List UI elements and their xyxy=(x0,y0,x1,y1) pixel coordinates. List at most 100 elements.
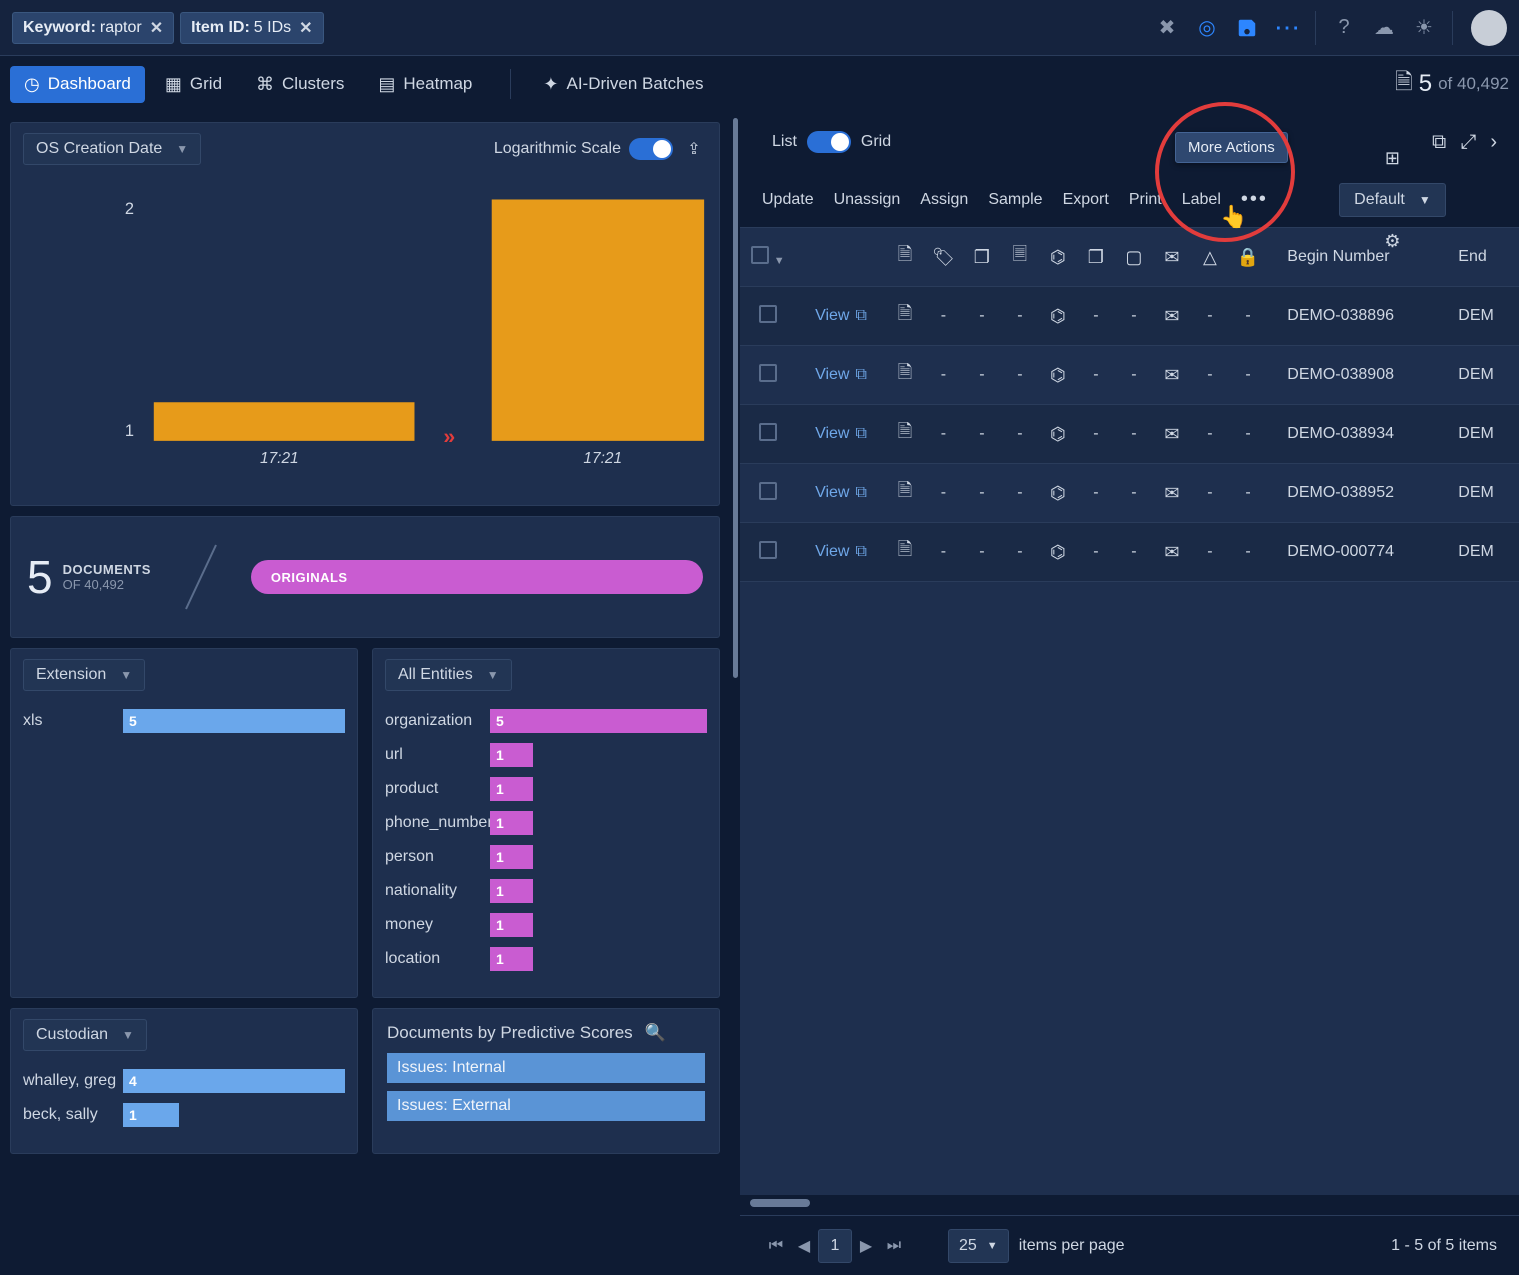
table-row[interactable]: View ⧉🗎---⌬--✉--DEMO-038908DEM xyxy=(740,346,1519,405)
dropdown-extension[interactable]: Extension▼ xyxy=(23,659,145,691)
list-item[interactable]: organization5 xyxy=(385,709,707,733)
copy-icon[interactable]: ❐ xyxy=(1088,247,1104,267)
page-number[interactable]: 1 xyxy=(818,1229,852,1263)
dropdown-profile[interactable]: Default▼ xyxy=(1339,183,1446,217)
per-page-select[interactable]: 25▼ xyxy=(948,1229,1009,1263)
doc-count-label: DOCUMENTS xyxy=(63,562,151,577)
pagination: ⏮ ◀ 1 ▶ ⏭ 25▼ items per page 1 - 5 of 5 … xyxy=(740,1215,1519,1275)
dropdown-creation-date[interactable]: OS Creation Date▼ xyxy=(23,133,201,165)
originals-pill[interactable]: ORIGINALS xyxy=(251,560,703,594)
log-scale-label: Logarithmic Scale xyxy=(494,140,621,158)
brightness-icon[interactable]: ☀ xyxy=(1410,14,1438,42)
page-summary: 1 - 5 of 5 items xyxy=(1391,1237,1497,1255)
tag-icon[interactable]: 🏷 xyxy=(932,247,955,267)
export-icon[interactable]: ⇪ xyxy=(681,136,707,162)
list-item[interactable]: xls 5 xyxy=(23,709,345,733)
tooltip-more-actions: More Actions xyxy=(1175,132,1288,163)
list-item[interactable]: money1 xyxy=(385,913,707,937)
horizontal-scrollbar[interactable] xyxy=(750,1199,810,1207)
toggle-list-grid[interactable] xyxy=(807,131,851,153)
filter-chip-itemid[interactable]: Item ID:5 IDs✕ xyxy=(180,12,323,44)
table-row[interactable]: View ⧉🗎---⌬--✉--DEMO-038896DEM xyxy=(740,287,1519,346)
filter-chip-keyword[interactable]: Keyword:raptor✕ xyxy=(12,12,174,44)
mail-icon[interactable]: ✉ xyxy=(1164,247,1179,267)
doc-count: 5 xyxy=(27,550,53,604)
close-icon[interactable]: ✕ xyxy=(150,18,163,38)
list-item[interactable]: phone_number1 xyxy=(385,811,707,835)
view-link[interactable]: View ⧉ xyxy=(815,307,867,325)
page-prev[interactable]: ◀ xyxy=(790,1229,818,1263)
mail-icon: ✉ xyxy=(1164,542,1179,562)
tab-dashboard[interactable]: ◷Dashboard xyxy=(10,66,145,103)
view-link[interactable]: View ⧉ xyxy=(815,425,867,443)
filetype-icon: 🗎 xyxy=(898,539,912,559)
search-icon[interactable]: 🔍 xyxy=(645,1023,666,1043)
square-icon[interactable]: ▢ xyxy=(1125,247,1142,267)
extension-barlist: xls 5 xyxy=(11,701,357,759)
table-row[interactable]: View ⧉🗎---⌬--✉--DEMO-000774DEM xyxy=(740,523,1519,582)
table-row[interactable]: View ⧉🗎---⌬--✉--DEMO-038952DEM xyxy=(740,464,1519,523)
checkbox-all[interactable] xyxy=(751,246,769,264)
help-icon[interactable]: ? xyxy=(1330,14,1358,42)
page-icon[interactable]: 🗏 xyxy=(1013,244,1027,264)
row-checkbox[interactable] xyxy=(759,423,777,441)
list-item[interactable]: whalley, greg4 xyxy=(23,1069,345,1093)
list-item[interactable]: beck, sally1 xyxy=(23,1103,345,1127)
action-unassign[interactable]: Unassign xyxy=(834,191,901,209)
row-checkbox[interactable] xyxy=(759,541,777,559)
tab-clusters[interactable]: ⌘Clusters xyxy=(242,66,358,103)
avatar[interactable] xyxy=(1471,10,1507,46)
gear-icon[interactable]: ⚙ xyxy=(1384,231,1400,252)
tab-heatmap[interactable]: ▤Heatmap xyxy=(364,66,486,103)
action-update[interactable]: Update xyxy=(762,191,814,209)
target-icon[interactable]: ◎ xyxy=(1193,14,1221,42)
view-link[interactable]: View ⧉ xyxy=(815,543,867,561)
save-icon[interactable] xyxy=(1233,14,1261,42)
page-first[interactable]: ⏮ xyxy=(762,1229,790,1263)
warning-icon[interactable]: △ xyxy=(1203,247,1217,267)
list-item[interactable]: url1 xyxy=(385,743,707,767)
cloud-icon[interactable]: ☁ xyxy=(1370,14,1398,42)
row-checkbox[interactable] xyxy=(759,305,777,323)
close-icon[interactable]: ✕ xyxy=(299,18,312,38)
popout-icon: ⧉ xyxy=(855,307,866,325)
mode-label-grid: Grid xyxy=(861,133,891,151)
row-checkbox[interactable] xyxy=(759,364,777,382)
panel-creation-date: OS Creation Date▼ Logarithmic Scale ⇪ 2 … xyxy=(10,122,720,506)
lock-icon[interactable]: 🔒 xyxy=(1237,247,1259,267)
more-icon[interactable]: ⋯ xyxy=(1273,14,1301,42)
page-next[interactable]: ▶ xyxy=(852,1229,880,1263)
action-export[interactable]: Export xyxy=(1063,191,1109,209)
action-assign[interactable]: Assign xyxy=(920,191,968,209)
row-checkbox[interactable] xyxy=(759,482,777,500)
list-item[interactable]: location1 xyxy=(385,947,707,971)
table-row[interactable]: View ⧉🗎---⌬--✉--DEMO-038934DEM xyxy=(740,405,1519,464)
tree-icon: ⌬ xyxy=(1050,424,1066,444)
tab-grid[interactable]: ▦Grid xyxy=(151,66,236,103)
page-last[interactable]: ⏭ xyxy=(880,1229,908,1263)
columns-icon[interactable]: ⊞ xyxy=(1385,148,1400,169)
panel-title: Documents by Predictive Scores xyxy=(387,1023,633,1043)
dropdown-entities[interactable]: All Entities▼ xyxy=(385,659,512,691)
action-label[interactable]: Label xyxy=(1182,191,1221,209)
list-item[interactable]: Issues: Internal xyxy=(387,1053,705,1083)
dropdown-custodian[interactable]: Custodian▼ xyxy=(23,1019,147,1051)
filetype-icon: 🗎 xyxy=(898,480,912,500)
list-item[interactable]: product1 xyxy=(385,777,707,801)
action-print[interactable]: Print xyxy=(1129,191,1162,209)
list-item[interactable]: Issues: External xyxy=(387,1091,705,1121)
list-item[interactable]: person1 xyxy=(385,845,707,869)
tree-icon[interactable]: ⌬ xyxy=(1050,247,1066,267)
view-link[interactable]: View ⧉ xyxy=(815,366,867,384)
clear-filters-icon[interactable]: ✖ xyxy=(1153,14,1181,42)
view-link[interactable]: View ⧉ xyxy=(815,484,867,502)
chart-creation-date[interactable]: 2 1 » 17:21 17:21 xyxy=(11,175,719,505)
split-handle[interactable] xyxy=(730,112,740,1275)
list-item[interactable]: nationality1 xyxy=(385,879,707,903)
action-sample[interactable]: Sample xyxy=(988,191,1042,209)
entities-barlist: organization5 url1 product1 phone_number1pe… xyxy=(373,701,719,997)
filetype-icon[interactable]: 🗎 xyxy=(898,244,912,264)
overlay-icon[interactable]: ❐ xyxy=(974,247,990,267)
toggle-log-scale[interactable] xyxy=(629,138,673,160)
tab-ai-batches[interactable]: ✦AI-Driven Batches xyxy=(529,66,717,103)
